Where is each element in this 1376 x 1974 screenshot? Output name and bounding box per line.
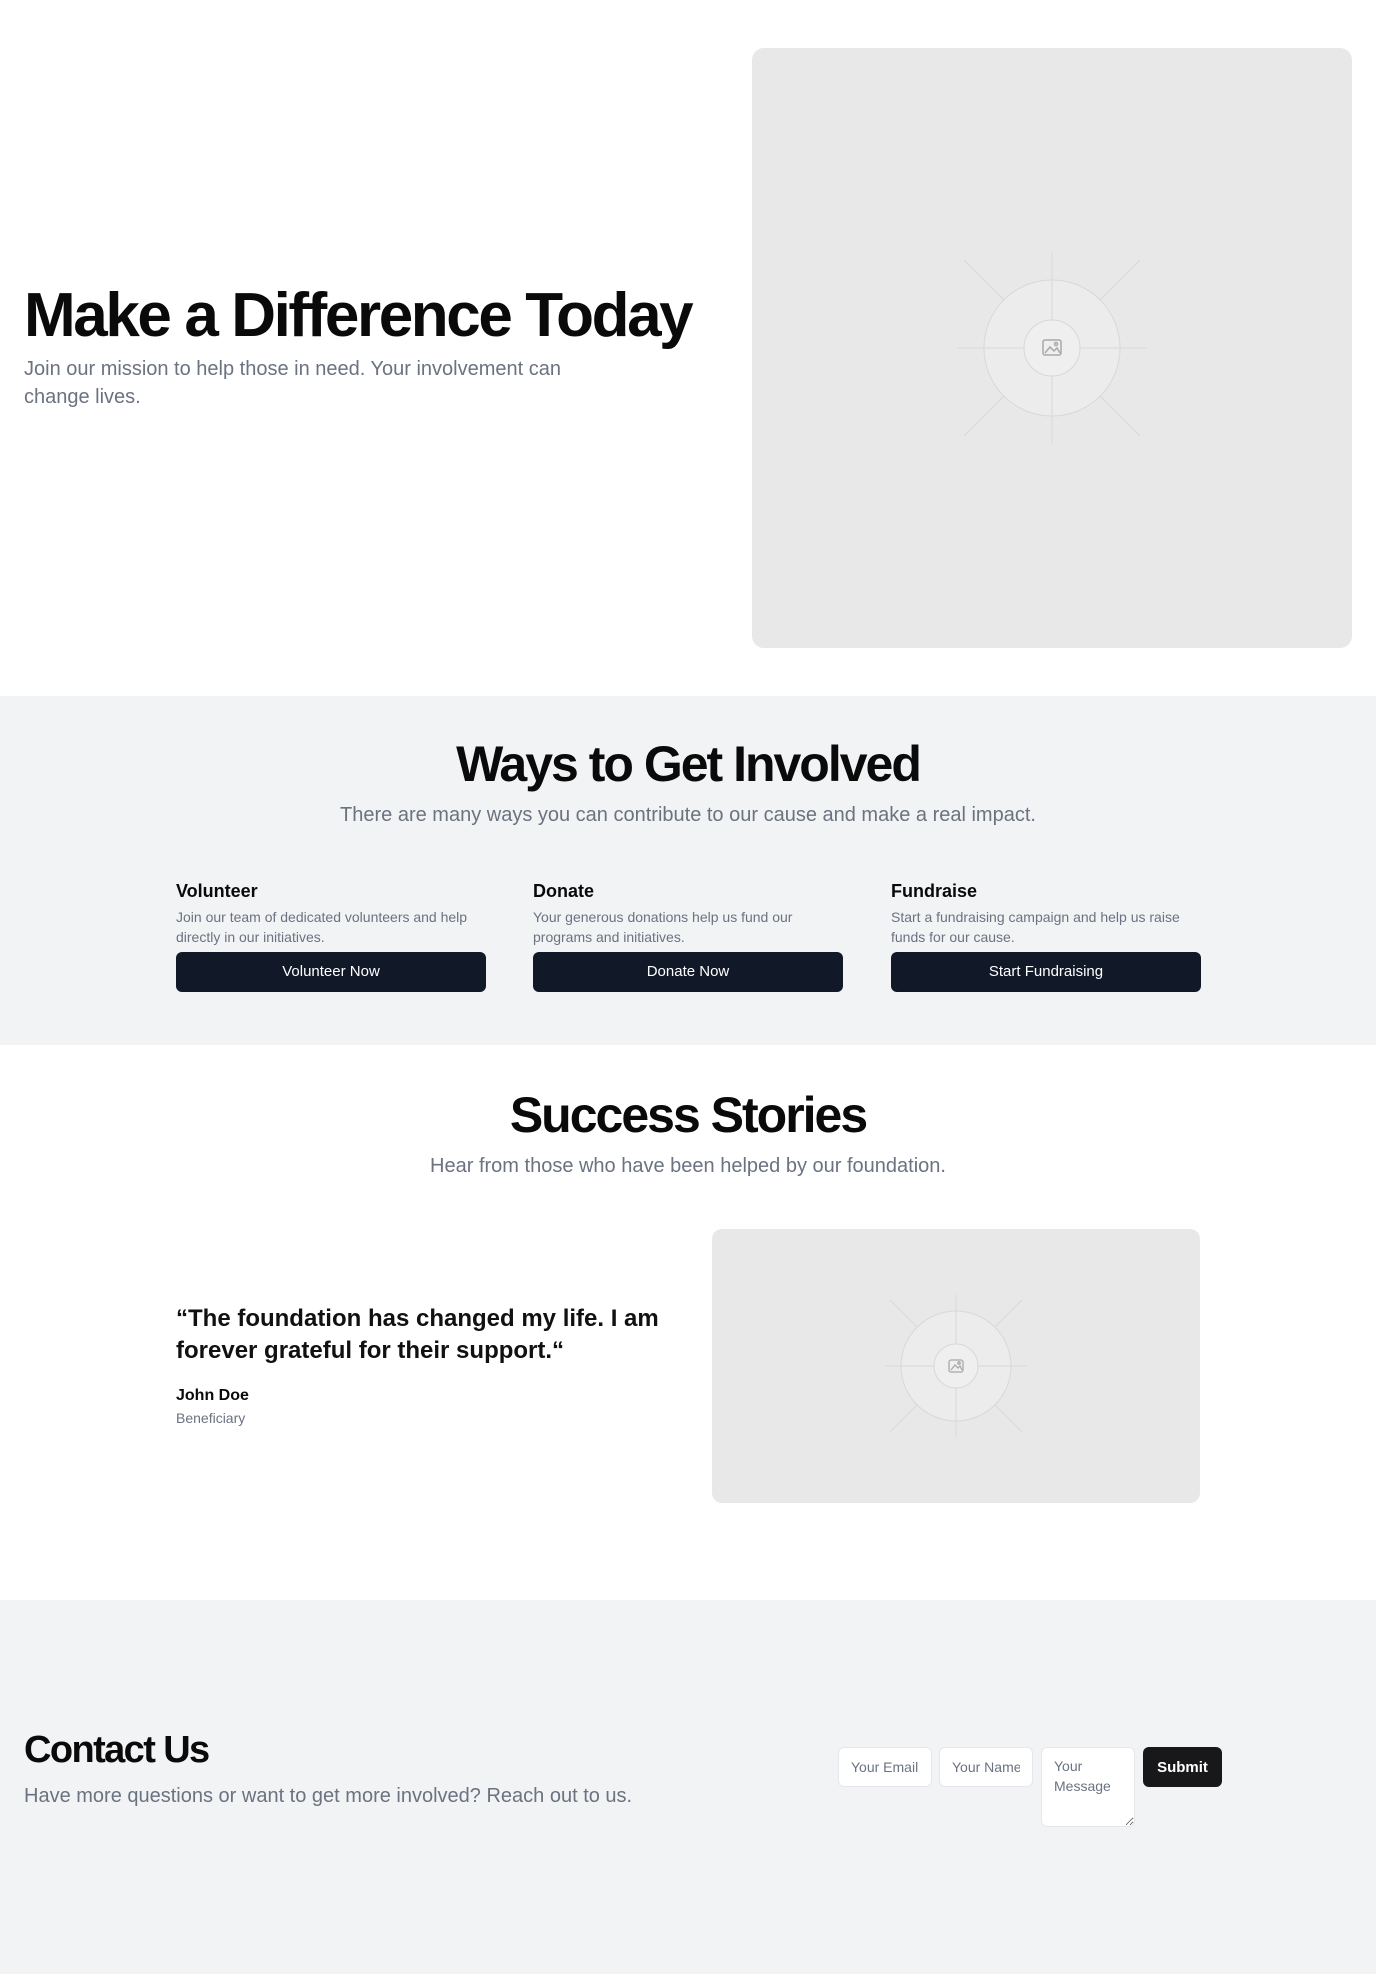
card-fundraise: Fundraise Start a fundraising campaign a…: [891, 879, 1201, 992]
volunteer-now-button[interactable]: Volunteer Now: [176, 952, 486, 992]
contact-title: Contact Us: [24, 1729, 210, 1771]
email-field[interactable]: [838, 1747, 932, 1787]
card-title: Donate: [533, 881, 595, 901]
card-donate: Donate Your generous donations help us f…: [533, 879, 843, 992]
card-description: Start a fundraising campaign and help us…: [891, 909, 1180, 945]
story-image-placeholder: [712, 1229, 1200, 1503]
image-placeholder-graphic: [885, 1295, 1027, 1437]
message-field[interactable]: [1041, 1747, 1135, 1827]
contact-section: Contact Us Have more questions or want t…: [0, 1600, 1376, 1974]
card-title: Volunteer: [176, 881, 258, 901]
card-description: Join our team of dedicated volunteers an…: [176, 909, 468, 945]
card-title: Fundraise: [891, 881, 978, 901]
testimonial-author: John Doe: [176, 1387, 249, 1404]
card-description: Your generous donations help us fund our…: [533, 909, 793, 945]
start-fundraising-button[interactable]: Start Fundraising: [891, 952, 1201, 992]
ways-subtitle: There are many ways you can contribute t…: [340, 804, 1036, 826]
hero-title: Make a Difference Today: [24, 281, 694, 350]
stories-subtitle: Hear from those who have been helped by …: [430, 1155, 946, 1177]
hero-subtitle: Join our mission to help those in need. …: [24, 358, 562, 408]
name-field[interactable]: [939, 1747, 1033, 1787]
contact-subtitle: Have more questions or want to get more …: [24, 1785, 633, 1807]
testimonial-quote: “The foundation has changed my life. I a…: [176, 1305, 659, 1364]
hero-section: Make a Difference Today Join our mission…: [0, 0, 1376, 696]
stories-title: Success Stories: [509, 1087, 868, 1143]
card-volunteer: Volunteer Join our team of dedicated vol…: [176, 879, 486, 992]
submit-button[interactable]: Submit: [1143, 1747, 1222, 1787]
donate-now-button[interactable]: Donate Now: [533, 952, 843, 992]
ways-section: Ways to Get Involved There are many ways…: [0, 696, 1376, 1045]
image-placeholder-graphic: [957, 253, 1147, 443]
ways-title: Ways to Get Involved: [456, 736, 922, 792]
stories-section: Success Stories Hear from those who have…: [0, 1045, 1376, 1600]
testimonial-role: Beneficiary: [176, 1410, 246, 1426]
hero-image-placeholder: [752, 48, 1352, 648]
